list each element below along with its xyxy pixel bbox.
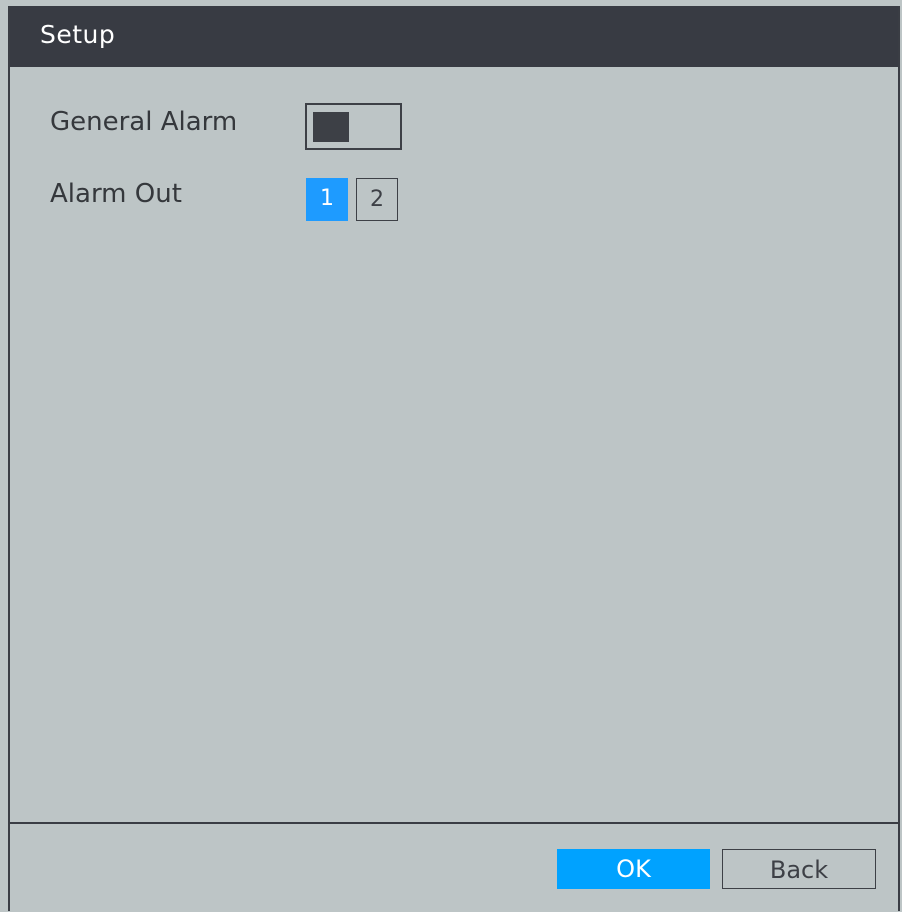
alarm-out-channel-2-button[interactable]: 2	[356, 178, 398, 221]
general-alarm-label: General Alarm	[50, 107, 238, 137]
alarm-out-channel-1-button[interactable]: 1	[306, 178, 348, 221]
footer-divider	[10, 822, 898, 824]
alarm-out-label: Alarm Out	[50, 179, 182, 209]
ok-button[interactable]: OK	[557, 849, 710, 889]
back-button[interactable]: Back	[722, 849, 876, 889]
setup-dialog: Setup General Alarm Alarm Out 1 2 OK Bac…	[8, 6, 900, 911]
title-bar: Setup	[10, 6, 898, 67]
toggle-knob	[313, 112, 349, 142]
dialog-title: Setup	[40, 20, 116, 49]
general-alarm-toggle[interactable]	[305, 103, 402, 150]
